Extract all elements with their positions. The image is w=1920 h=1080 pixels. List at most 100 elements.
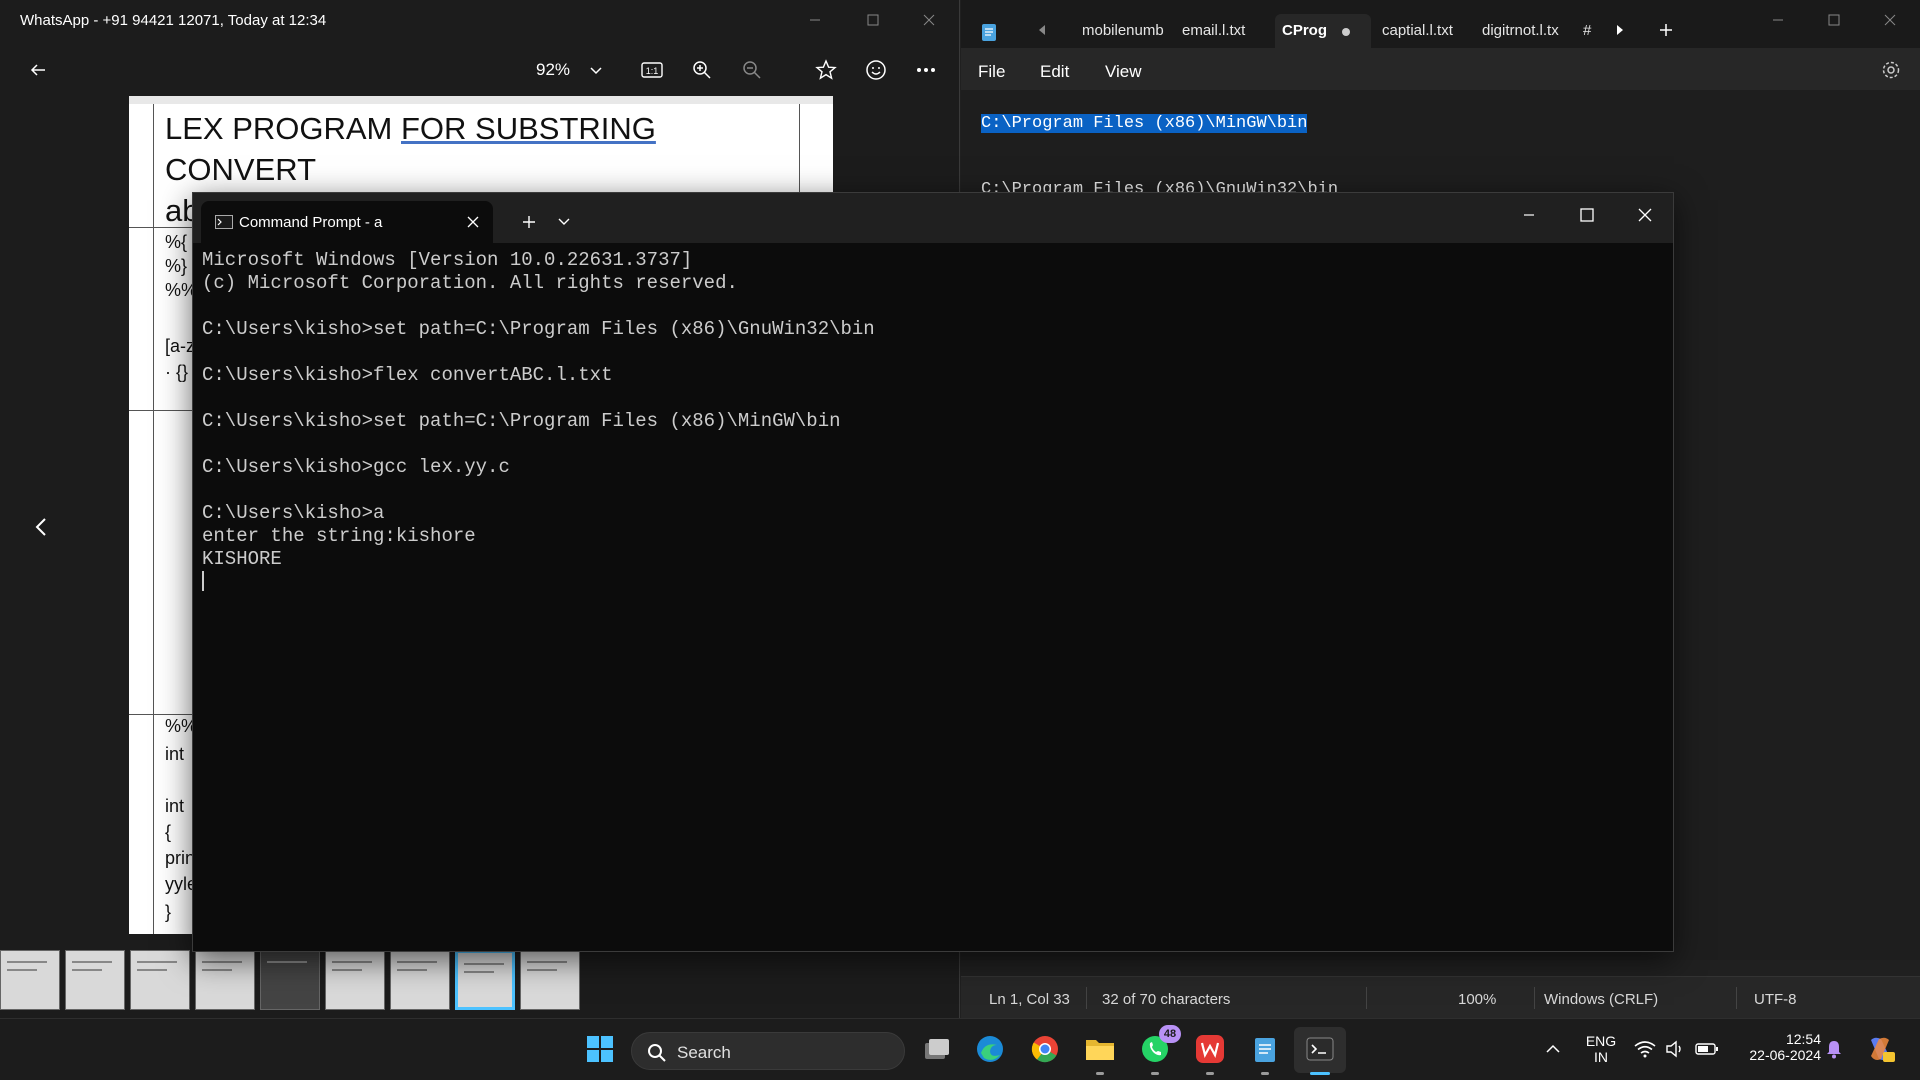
volume-icon[interactable] (1658, 1029, 1692, 1069)
language-code: ENG (1585, 1033, 1617, 1049)
unsaved-dot-icon (1342, 28, 1350, 36)
terminal-close-button[interactable] (1630, 203, 1660, 227)
copilot-icon[interactable] (1860, 1029, 1900, 1069)
zoom-out-icon[interactable] (734, 52, 770, 88)
close-tab-icon[interactable] (467, 216, 479, 228)
chrome-browser-icon[interactable] (1025, 1029, 1065, 1069)
notepad-minimize-button[interactable] (1763, 8, 1793, 32)
running-indicator (1310, 1072, 1330, 1075)
document-title-part: LEX PROGRAM (165, 111, 401, 146)
tab-digitrnot[interactable]: digitrnot.l.tx (1482, 22, 1566, 39)
tab-hash[interactable]: # (1583, 22, 1591, 39)
encoding[interactable]: UTF-8 (1754, 991, 1797, 1008)
text-cursor (202, 571, 204, 591)
status-separator (1366, 987, 1367, 1009)
notification-bell-icon[interactable] (1817, 1029, 1851, 1069)
task-view-icon[interactable] (917, 1029, 957, 1069)
filmstrip-thumbnail[interactable] (325, 950, 385, 1010)
filmstrip-thumbnail[interactable] (260, 950, 320, 1010)
terminal-maximize-button[interactable] (1572, 203, 1602, 227)
menu-edit[interactable]: Edit (1040, 62, 1069, 82)
filmstrip-thumbnail[interactable] (520, 950, 580, 1010)
status-separator (1086, 987, 1087, 1009)
filmstrip-thumbnail[interactable] (130, 950, 190, 1010)
taskbar-search-box[interactable]: Search (631, 1032, 905, 1070)
terminal-line: Microsoft Windows [Version 10.0.22631.37… (202, 249, 693, 271)
filmstrip-thumbnail[interactable] (195, 950, 255, 1010)
editor-zoom[interactable]: 100% (1458, 991, 1496, 1008)
terminal-line: C:\Users\kisho>flex convertABC.l.txt (202, 364, 613, 386)
terminal-tab[interactable]: Command Prompt - a (201, 201, 493, 243)
document-line: [a-z (165, 336, 196, 356)
notepad-app-icon (981, 22, 997, 42)
more-options-icon[interactable] (908, 52, 944, 88)
notepad-status-bar: Ln 1, Col 33 32 of 70 characters 100% Wi… (961, 976, 1920, 1018)
terminal-titlebar: Command Prompt - a (193, 193, 1673, 243)
chevron-up-icon[interactable] (1533, 1029, 1573, 1069)
terminal-tab-title: Command Prompt - a (239, 214, 383, 231)
filmstrip-thumbnail-selected[interactable] (455, 950, 515, 1010)
notepad-taskbar-icon[interactable] (1245, 1029, 1285, 1075)
viewer-minimize-button[interactable] (800, 8, 830, 32)
chevron-down-icon[interactable] (578, 52, 614, 88)
new-tab-plus-icon[interactable] (522, 215, 536, 229)
menu-file[interactable]: File (978, 62, 1005, 82)
edge-browser-icon[interactable] (970, 1029, 1010, 1069)
document-line: } (165, 902, 172, 922)
language-indicator[interactable]: ENG IN (1578, 1033, 1624, 1065)
notepad-close-button[interactable] (1875, 8, 1905, 32)
smiley-icon[interactable] (858, 52, 894, 88)
tab-email[interactable]: email.l.txt (1182, 22, 1245, 39)
chevron-down-icon[interactable] (558, 217, 570, 227)
zoom-in-icon[interactable] (684, 52, 720, 88)
battery-icon[interactable] (1690, 1029, 1724, 1069)
filmstrip-thumbnail[interactable] (65, 950, 125, 1010)
scroll-tabs-left-icon[interactable] (1037, 24, 1047, 36)
tab-cprog[interactable]: CProg (1282, 22, 1327, 39)
tab-captial[interactable]: captial.l.txt (1382, 22, 1453, 39)
scroll-tabs-right-icon[interactable] (1615, 24, 1625, 36)
document-line: int (165, 796, 185, 816)
clock[interactable]: 12:54 22-06-2024 (1735, 1031, 1821, 1063)
cmd-icon (215, 215, 233, 229)
terminal-minimize-button[interactable] (1514, 203, 1544, 227)
viewer-close-button[interactable] (914, 8, 944, 32)
notification-badge: 48 (1159, 1025, 1181, 1043)
document-line: prin (165, 848, 196, 868)
command-prompt-window: Command Prompt - a Microsoft Windows [Ve… (192, 192, 1674, 952)
wps-office-icon[interactable] (1190, 1029, 1230, 1075)
back-icon[interactable] (20, 52, 56, 88)
windows-start-icon[interactable] (580, 1029, 620, 1069)
line-ending[interactable]: Windows (CRLF) (1544, 991, 1658, 1008)
tab-mobilenumb[interactable]: mobilenumb (1082, 22, 1166, 39)
new-tab-plus-icon[interactable] (1658, 22, 1674, 38)
running-indicator (1206, 1072, 1214, 1075)
actual-size-icon[interactable]: 1:1 (634, 52, 670, 88)
terminal-taskbar-icon[interactable] (1300, 1029, 1340, 1075)
status-separator (1736, 987, 1737, 1009)
viewer-title: WhatsApp - +91 94421 12071, Today at 12:… (20, 12, 327, 29)
document-line: · {} (165, 362, 189, 382)
zoom-level[interactable]: 92% (536, 60, 570, 80)
terminal-output[interactable]: Microsoft Windows [Version 10.0.22631.37… (202, 249, 1662, 939)
menu-view[interactable]: View (1105, 62, 1142, 82)
wifi-icon[interactable] (1628, 1029, 1662, 1069)
favorite-star-icon[interactable] (808, 52, 844, 88)
running-indicator (1096, 1072, 1104, 1075)
filmstrip-thumbnail[interactable] (390, 950, 450, 1010)
document-title-part: CONVERT (165, 152, 317, 187)
gear-icon[interactable] (1881, 60, 1901, 80)
document-line: %{ (165, 232, 188, 252)
status-separator (1534, 987, 1535, 1009)
file-explorer-icon[interactable] (1080, 1029, 1120, 1075)
previous-image-icon[interactable] (26, 512, 56, 542)
editor-line-selected[interactable]: C:\Program Files (x86)\MinGW\bin (981, 114, 1308, 133)
whatsapp-icon[interactable]: 48 (1135, 1025, 1181, 1075)
running-indicator (1151, 1072, 1159, 1075)
terminal-line: C:\Users\kisho>set path=C:\Program Files… (202, 318, 875, 340)
filmstrip-thumbnail[interactable] (0, 950, 60, 1010)
notepad-maximize-button[interactable] (1819, 8, 1849, 32)
viewer-maximize-button[interactable] (858, 8, 888, 32)
